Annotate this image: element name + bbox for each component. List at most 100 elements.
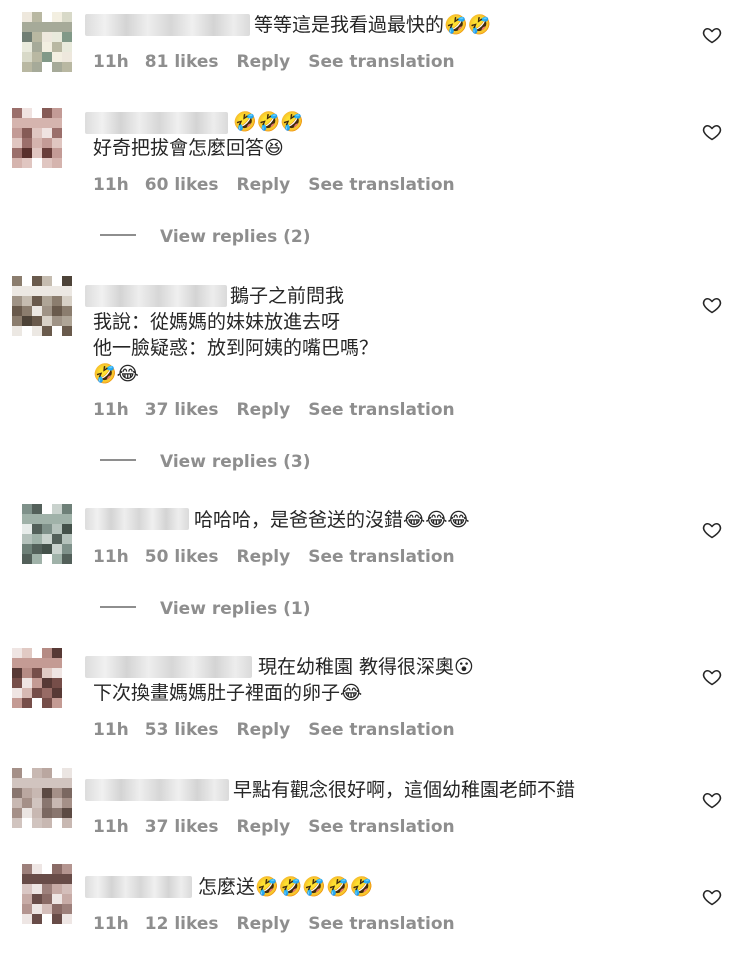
avatar[interactable] [12,648,72,708]
avatar-pixel [22,788,32,798]
see-translation-button[interactable]: See translation [308,400,454,420]
avatar-pixel [22,296,32,306]
avatar-pixel [12,808,22,818]
avatar-pixel [62,818,72,828]
avatar-pixel [42,276,52,286]
avatar-pixel [32,884,42,894]
heart-outline-icon[interactable] [702,790,722,810]
avatar-pixel [62,138,72,148]
avatar-pixel [62,286,72,296]
divider [100,459,136,461]
avatar-pixel [12,544,22,554]
avatar-pixel [22,554,32,564]
avatar-pixel [52,52,62,62]
avatar-pixel [62,864,72,874]
avatar-pixel [32,32,42,42]
reply-button[interactable]: Reply [237,547,291,567]
heart-outline-icon[interactable] [702,667,722,687]
username-redacted[interactable] [85,285,227,307]
avatar-pixel [42,534,52,544]
avatar-pixel [22,914,32,924]
avatar-pixel [12,32,22,42]
likes-count[interactable]: 53 likes [145,720,219,740]
avatar-pixel [42,42,52,52]
avatar-pixel [52,904,62,914]
view-replies-button[interactable]: View replies (3) [100,451,311,473]
avatar[interactable] [12,504,72,564]
avatar-pixel [32,108,42,118]
avatar-pixel [12,316,22,326]
avatar-pixel [52,864,62,874]
avatar-pixel [62,894,72,904]
avatar-pixel [22,698,32,708]
avatar-pixel [12,648,22,658]
avatar-pixel [52,12,62,22]
avatar[interactable] [12,108,72,168]
avatar-pixel [12,306,22,316]
username-redacted[interactable] [85,112,228,134]
avatar[interactable] [12,276,72,336]
likes-count[interactable]: 60 likes [145,175,219,195]
avatar-pixel [42,778,52,788]
username-redacted[interactable] [85,779,229,801]
avatar-pixel [32,296,42,306]
reply-button[interactable]: Reply [237,720,291,740]
avatar-pixel [52,778,62,788]
avatar-pixel [52,158,62,168]
avatar-pixel [32,788,42,798]
avatar[interactable] [12,12,72,72]
reply-button[interactable]: Reply [237,52,291,72]
username-redacted[interactable] [85,14,250,36]
avatar-pixel [62,788,72,798]
avatar-pixel [42,118,52,128]
heart-outline-icon[interactable] [702,295,722,315]
likes-count[interactable]: 50 likes [145,547,219,567]
avatar-pixel [32,864,42,874]
avatar-pixel [62,554,72,564]
comment-text: 下次換畫媽媽肚子裡面的卵子😂 [93,682,363,704]
comment-meta: 11h 81 likes Reply See translation [93,51,471,73]
reply-button[interactable]: Reply [237,914,291,934]
heart-outline-icon[interactable] [702,122,722,142]
avatar-pixel [42,138,52,148]
heart-outline-icon[interactable] [702,25,722,45]
avatar-pixel [62,108,72,118]
reply-button[interactable]: Reply [237,817,291,837]
avatar-pixel [12,678,22,688]
avatar[interactable] [12,864,72,924]
avatar-pixel [42,158,52,168]
username-redacted[interactable] [85,508,189,530]
comment-meta: 11h 37 likes Reply See translation [93,399,471,421]
likes-count[interactable]: 81 likes [145,52,219,72]
avatar-pixel [22,32,32,42]
heart-outline-icon[interactable] [702,520,722,540]
avatar-pixel [42,658,52,668]
comment-text: 等等這是我看過最快的🤣🤣 [254,14,492,36]
username-redacted[interactable] [85,656,252,678]
see-translation-button[interactable]: See translation [308,175,454,195]
likes-count[interactable]: 12 likes [145,914,219,934]
avatar-pixel [62,504,72,514]
likes-count[interactable]: 37 likes [145,400,219,420]
avatar-pixel [62,688,72,698]
see-translation-button[interactable]: See translation [308,547,454,567]
see-translation-button[interactable]: See translation [308,914,454,934]
avatar-pixel [32,504,42,514]
comment-text: 🤣🤣🤣 [233,111,304,133]
see-translation-button[interactable]: See translation [308,720,454,740]
avatar-pixel [52,148,62,158]
avatar-pixel [32,128,42,138]
view-replies-button[interactable]: View replies (2) [100,226,311,248]
see-translation-button[interactable]: See translation [308,817,454,837]
heart-outline-icon[interactable] [702,887,722,907]
likes-count[interactable]: 37 likes [145,817,219,837]
avatar-pixel [32,544,42,554]
reply-button[interactable]: Reply [237,175,291,195]
view-replies-button[interactable]: View replies (1) [100,598,311,620]
avatar-pixel [22,524,32,534]
avatar[interactable] [12,768,72,828]
reply-button[interactable]: Reply [237,400,291,420]
username-redacted[interactable] [85,876,192,898]
avatar-pixel [52,138,62,148]
see-translation-button[interactable]: See translation [308,52,454,72]
